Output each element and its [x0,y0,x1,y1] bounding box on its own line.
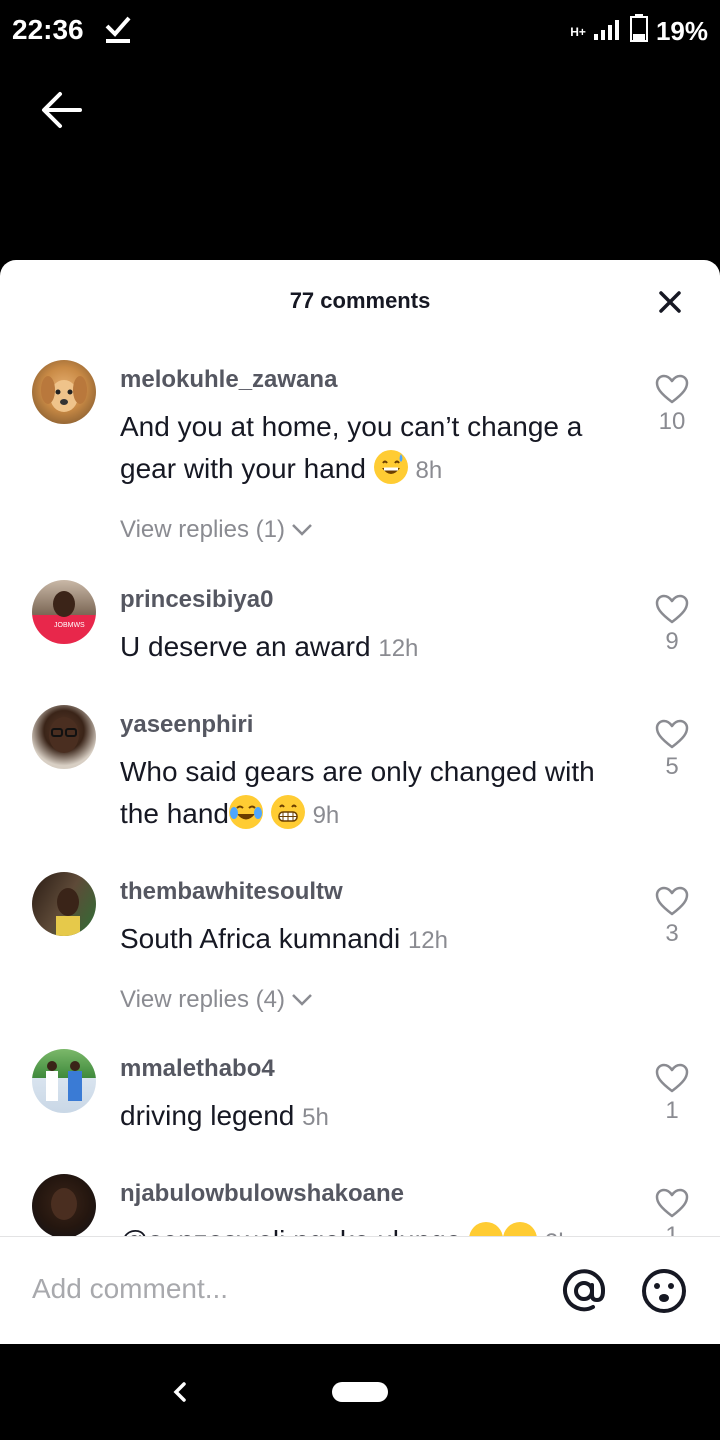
like-count: 3 [665,920,679,947]
svg-text:JOBMWS: JOBMWS [54,622,85,629]
heart-icon [655,374,689,404]
grimacing-emoji-icon [270,795,305,829]
avatar[interactable] [32,1049,96,1113]
like-count: 9 [665,628,679,655]
view-replies-button[interactable]: View replies (4) [120,986,313,1014]
comment-text: South Africa kumnandi 12h [120,918,625,962]
mention-button[interactable] [560,1267,608,1315]
avatar[interactable]: JOBMWS [32,580,96,644]
at-sign-icon [563,1269,606,1312]
emoji-icon [642,1269,686,1313]
view-replies-label: View replies (1) [120,516,285,543]
like-count: 5 [665,753,679,780]
comment-text: driving legend 5h [120,1095,625,1139]
comment-input-bar: Add comment... [0,1236,720,1345]
avatar[interactable] [32,872,96,936]
status-time: 22:36 [12,14,84,45]
like-count: 10 [658,408,686,435]
view-replies-button[interactable]: View replies (1) [120,516,313,544]
comment-body: Who said gears are only changed with the… [120,756,595,829]
avatar[interactable] [32,705,96,769]
avatar[interactable] [32,360,96,424]
comment-time: 8h [415,457,443,484]
comment-time: 12h [378,635,419,662]
grinning-sweat-emoji-icon [373,450,408,484]
system-nav-bar [0,1344,720,1440]
like-button[interactable]: 5 [648,719,696,781]
comment-username[interactable]: thembawhitesoultw [120,878,343,906]
heart-icon [655,719,689,749]
comment-body: driving legend [120,1100,295,1131]
comment-body: South Africa kumnandi [120,923,401,954]
tears-of-joy-emoji-icon [229,795,263,829]
avatar[interactable] [32,1174,96,1238]
battery-percent: 19% [655,16,708,46]
signal-icon [593,16,622,47]
heart-icon [655,1063,689,1093]
like-button[interactable]: 9 [648,594,696,656]
close-button[interactable] [654,286,686,318]
comment-username[interactable]: melokuhle_zawana [120,366,337,394]
comment-text: And you at home, you can’t change a gear… [120,406,625,492]
heart-icon [655,594,689,624]
comment-username[interactable]: mmalethabo4 [120,1055,275,1083]
chevron-left-icon [173,1382,186,1402]
home-pill-button[interactable] [332,1382,388,1402]
comment-time: 5h [302,1104,329,1131]
chevron-down-icon [292,994,312,1006]
emoji-button[interactable] [640,1267,688,1315]
comment-time: 12h [407,927,448,954]
close-icon [659,291,681,313]
comment-text: U deserve an award 12h [120,626,625,670]
comment-username[interactable]: princesibiya0 [120,586,273,614]
comment-username[interactable]: yaseenphiri [120,711,253,739]
like-button[interactable]: 3 [648,886,696,948]
network-type: H+ [570,24,586,39]
comments-sheet: 77 comments melokuhle_zawana And you at … [0,260,720,1344]
back-button[interactable] [36,84,88,136]
chevron-down-icon [292,524,312,536]
heart-icon [655,1188,689,1218]
comments-count-title: 77 comments [289,288,431,313]
like-button[interactable]: 10 [648,374,696,436]
like-count: 1 [665,1097,679,1124]
like-button[interactable]: 1 [648,1063,696,1125]
status-bar: 22:36 H+ 19% [0,0,720,60]
battery-icon [629,14,648,49]
download-complete-icon [104,12,132,49]
comment-body: U deserve an award [120,631,371,662]
arrow-left-icon [42,92,82,128]
add-comment-input[interactable]: Add comment... [32,1273,228,1305]
comment-time: 9h [312,802,340,829]
comment-text: Who said gears are only changed with the… [120,751,625,837]
view-replies-label: View replies (4) [120,986,285,1013]
comment-username[interactable]: njabulowbulowshakoane [120,1180,404,1208]
heart-icon [655,886,689,916]
comment-body: And you at home, you can’t change a gear… [120,411,583,484]
system-back-button[interactable] [166,1372,194,1412]
status-indicators: H+ 19% [570,14,708,49]
